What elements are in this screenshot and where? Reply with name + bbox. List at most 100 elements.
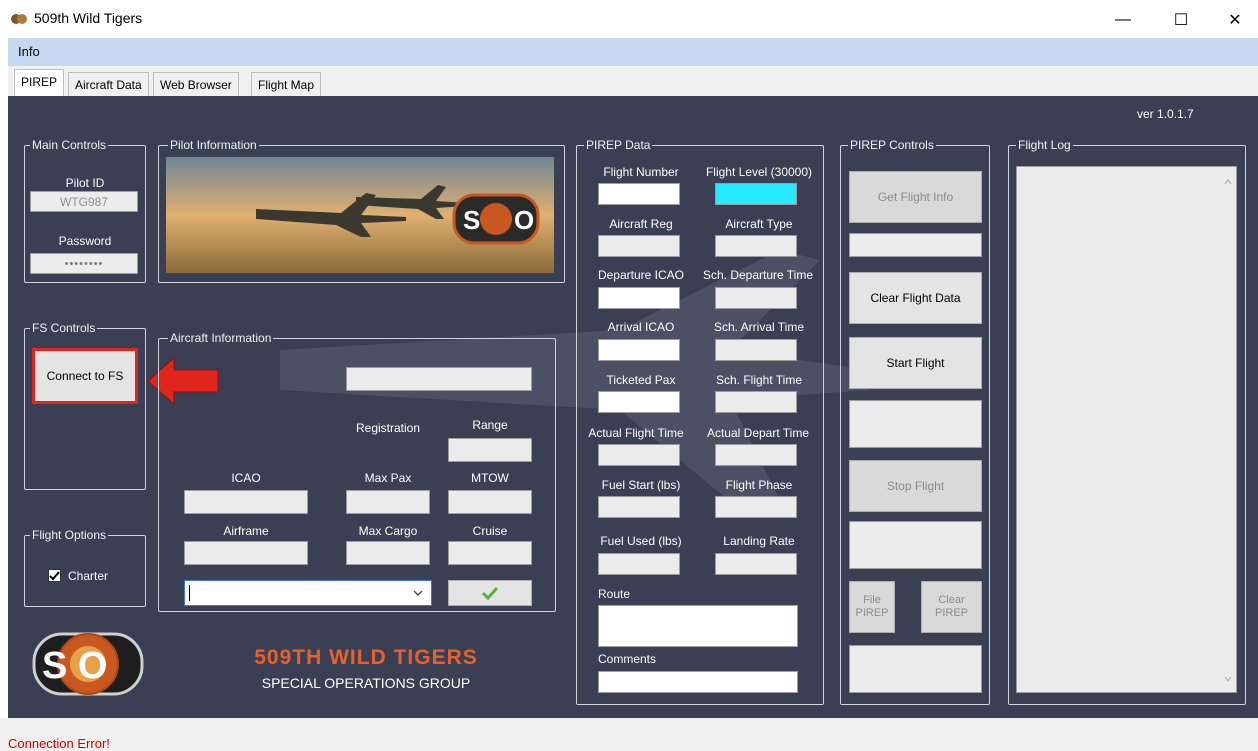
flight-phase-label: Flight Phase	[725, 478, 793, 492]
pilot-id-label: Pilot ID	[65, 176, 105, 190]
fuel-start-field[interactable]	[598, 496, 680, 518]
charter-checkbox[interactable]	[48, 569, 61, 582]
pilot-id-field[interactable]: WTG987	[30, 191, 138, 212]
actual-depart-time-field[interactable]	[715, 444, 797, 466]
ticketed-pax-field[interactable]	[598, 391, 680, 413]
tab-flight-map[interactable]: Flight Map	[251, 72, 322, 96]
aircraft-type-field[interactable]	[715, 235, 797, 257]
aircraft-name-field[interactable]	[346, 367, 532, 391]
pilot-information-title: Pilot Information	[168, 138, 259, 152]
get-flight-info-button[interactable]: Get Flight Info	[849, 171, 982, 223]
stop-flight-button[interactable]: Stop Flight	[849, 460, 982, 512]
max-cargo-label: Max Cargo	[358, 524, 418, 538]
stop-status-field	[849, 521, 982, 569]
sch-departure-time-label: Sch. Departure Time	[702, 268, 814, 282]
connect-to-fs-button[interactable]: Connect to FS	[32, 348, 138, 404]
landing-rate-label: Landing Rate	[723, 534, 795, 548]
mtow-field[interactable]	[448, 490, 532, 514]
password-field[interactable]: ••••••••	[30, 253, 138, 274]
minimize-button[interactable]: —	[1100, 6, 1146, 34]
clear-flight-data-button[interactable]: Clear Flight Data	[849, 272, 982, 324]
icao-label: ICAO	[231, 471, 261, 485]
green-check-icon	[481, 586, 499, 600]
main-controls-title: Main Controls	[30, 138, 109, 152]
logo-text: S O	[42, 645, 107, 687]
registration-label: Registration	[355, 421, 421, 435]
flight-info-status-field	[849, 233, 982, 257]
sch-flight-time-field[interactable]	[715, 391, 797, 413]
cruise-field[interactable]	[448, 541, 532, 565]
app-icon	[11, 14, 27, 24]
aircraft-type-label: Aircraft Type	[725, 217, 793, 231]
flight-level-field[interactable]	[715, 183, 797, 205]
confirm-aircraft-button[interactable]	[448, 580, 532, 606]
clear-pirep-button[interactable]: Clear PIREP	[921, 581, 982, 633]
landing-rate-field[interactable]	[715, 553, 797, 575]
flight-log-textbox[interactable]	[1016, 166, 1237, 693]
aircraft-reg-label: Aircraft Reg	[609, 217, 673, 231]
flight-number-label: Flight Number	[603, 165, 679, 179]
version-label: ver 1.0.1.7	[1137, 107, 1194, 121]
fuel-used-label: Fuel Used (lbs)	[600, 534, 682, 548]
svg-text:O: O	[514, 205, 534, 235]
checkmark-icon	[49, 571, 60, 581]
status-bar	[0, 718, 1258, 751]
route-label: Route	[598, 587, 631, 601]
sch-flight-time-label: Sch. Flight Time	[715, 373, 803, 387]
chevron-down-icon	[413, 590, 423, 596]
aircraft-select-dropdown[interactable]	[184, 580, 432, 606]
start-flight-button[interactable]: Start Flight	[849, 337, 982, 389]
svg-text:S: S	[463, 205, 480, 235]
departure-icao-field[interactable]	[598, 287, 680, 309]
menu-bar	[8, 38, 1258, 66]
airframe-label: Airframe	[223, 524, 269, 538]
icao-field[interactable]	[184, 490, 308, 514]
tab-web-browser[interactable]: Web Browser	[153, 72, 239, 96]
actual-flight-time-field[interactable]	[598, 444, 680, 466]
ticketed-pax-label: Ticketed Pax	[606, 373, 676, 387]
fuel-start-label: Fuel Start (lbs)	[601, 478, 681, 492]
tab-aircraft-data[interactable]: Aircraft Data	[68, 72, 149, 96]
file-pirep-button[interactable]: File PIREP	[849, 581, 895, 633]
cruise-label: Cruise	[472, 524, 508, 538]
sch-arrival-time-label: Sch. Arrival Time	[713, 320, 805, 334]
connection-status: Connection Error!	[8, 736, 110, 751]
fs-controls-title: FS Controls	[30, 321, 98, 335]
flight-phase-field[interactable]	[715, 496, 797, 518]
arrival-icao-field[interactable]	[598, 339, 680, 361]
route-field[interactable]	[598, 605, 798, 647]
aircraft-reg-field[interactable]	[598, 235, 680, 257]
flight-log-title: Flight Log	[1016, 138, 1073, 152]
aircraft-information-title: Aircraft Information	[168, 331, 274, 345]
flight-number-field[interactable]	[598, 183, 680, 205]
scroll-up-icon[interactable]	[1224, 179, 1232, 185]
password-label: Password	[58, 234, 112, 248]
flight-level-label: Flight Level (30000)	[705, 165, 813, 179]
sch-departure-time-field[interactable]	[715, 287, 797, 309]
actual-flight-time-label: Actual Flight Time	[588, 426, 684, 440]
range-field[interactable]	[448, 438, 532, 462]
max-cargo-field[interactable]	[346, 541, 430, 565]
comments-label: Comments	[598, 652, 657, 666]
pirep-controls-title: PIREP Controls	[848, 138, 936, 152]
airframe-field[interactable]	[184, 541, 308, 565]
brand-subtitle: SPECIAL OPERATIONS GROUP	[261, 675, 471, 691]
text-cursor	[189, 585, 190, 601]
departure-icao-label: Departure ICAO	[597, 268, 685, 282]
close-button[interactable]: ✕	[1212, 6, 1258, 34]
flight-options-title: Flight Options	[30, 528, 109, 542]
range-label: Range	[472, 418, 508, 432]
max-pax-field[interactable]	[346, 490, 430, 514]
sch-arrival-time-field[interactable]	[715, 339, 797, 361]
pirep-data-title: PIREP Data	[584, 138, 653, 152]
pirep-status-field	[849, 645, 982, 693]
maximize-button[interactable]: ☐	[1158, 6, 1204, 34]
squadron-logo: S O	[32, 632, 144, 696]
brand-name: 509TH WILD TIGERS	[254, 646, 478, 669]
menu-info[interactable]: Info	[18, 44, 40, 59]
scroll-down-icon[interactable]	[1224, 676, 1232, 682]
charter-label: Charter	[68, 569, 109, 583]
tab-pirep[interactable]: PIREP	[14, 69, 65, 97]
fuel-used-field[interactable]	[598, 553, 680, 575]
comments-field[interactable]	[598, 671, 798, 693]
